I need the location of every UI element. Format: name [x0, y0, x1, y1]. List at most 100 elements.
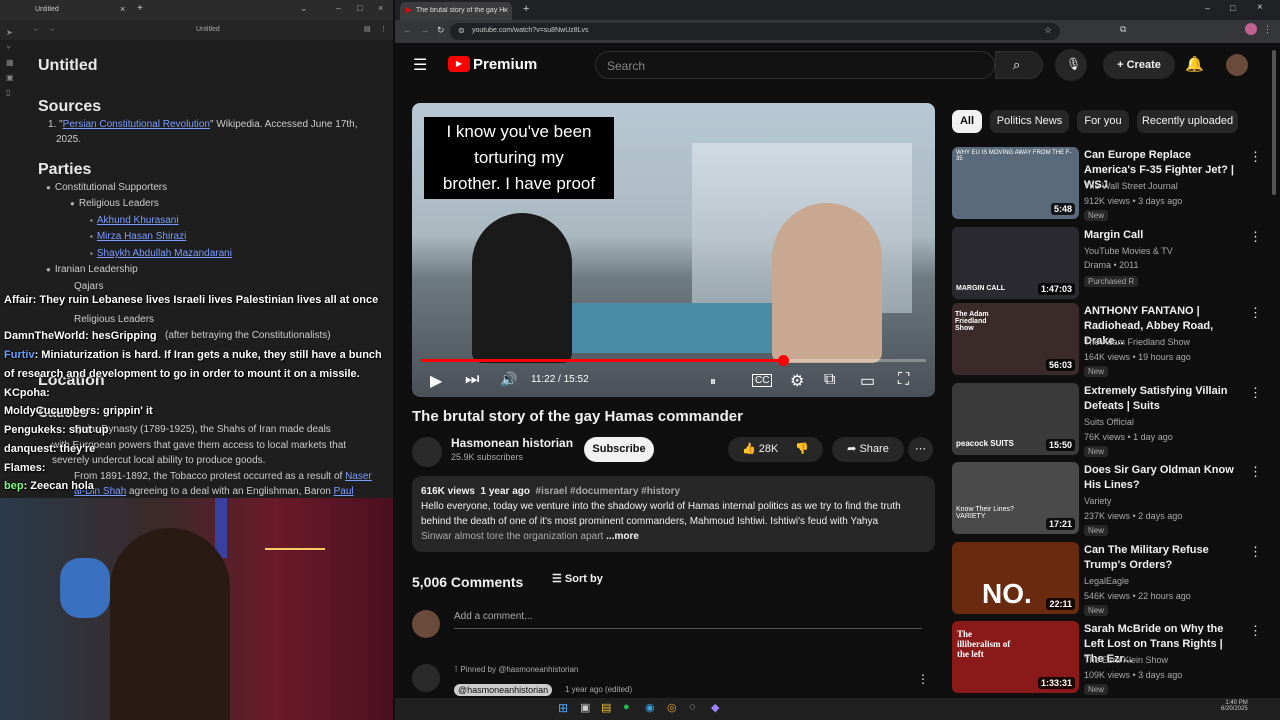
- leader-link[interactable]: Akhund Khurasani: [97, 215, 179, 226]
- clock[interactable]: 1:40 PM 6/20/2025: [1221, 700, 1248, 712]
- recommended-video[interactable]: WHY EU IS MOVING AWAY FROM THE F-35 5:48 …: [952, 147, 1272, 225]
- progress-scrubber[interactable]: [777, 355, 789, 366]
- voice-search-button[interactable]: 🎙: [1055, 49, 1087, 81]
- like-button[interactable]: 👍 28K: [742, 443, 778, 455]
- more-options-icon[interactable]: ⋮: [1249, 305, 1262, 321]
- forward-icon[interactable]: →: [420, 25, 429, 35]
- browser-tab[interactable]: ▶ The brutal story of the gay Ham... ×: [400, 2, 512, 20]
- reload-icon[interactable]: ↻: [437, 25, 445, 36]
- thumbs-down-icon[interactable]: 👎: [795, 443, 809, 455]
- bell-icon[interactable]: 🔔: [1185, 55, 1204, 73]
- leader-link[interactable]: Mirza Hasan Shirazi: [97, 231, 186, 242]
- git-icon[interactable]: ⑂: [6, 43, 20, 52]
- leader-link[interactable]: Shaykh Abdullah Mazandarani: [97, 248, 232, 259]
- forward-icon[interactable]: →: [48, 26, 55, 33]
- channel-name[interactable]: Hasmonean historian: [451, 436, 573, 450]
- description-box[interactable]: 616K views 1 year ago #israel #documenta…: [412, 476, 935, 552]
- video-thumbnail[interactable]: NO. 22:11: [952, 542, 1079, 614]
- channel-avatar[interactable]: [412, 437, 442, 467]
- recommended-video[interactable]: Know Their Lines? VARIETY 17:21 Does Sir …: [952, 462, 1272, 540]
- more-actions-icon[interactable]: ⋯: [908, 437, 933, 462]
- close-tab-icon[interactable]: ×: [120, 4, 125, 14]
- recommended-video[interactable]: NO. 22:11 Can The Military Refuse Trump's…: [952, 542, 1272, 620]
- hashtags[interactable]: #israel #documentary #history: [536, 486, 681, 497]
- more-options-icon[interactable]: ⋮: [1249, 149, 1262, 165]
- show-more-link[interactable]: ...more: [606, 531, 639, 542]
- hamburger-icon[interactable]: ☰: [413, 55, 427, 75]
- site-info-icon[interactable]: ⊜: [458, 26, 465, 35]
- file-icon[interactable]: ▯: [6, 88, 20, 97]
- progress-bar[interactable]: [421, 355, 926, 366]
- search-input[interactable]: Search: [595, 51, 995, 79]
- video-player[interactable]: I know you've been torturing my brother.…: [412, 103, 935, 397]
- recommended-video[interactable]: MARGIN CALL 1:47:03 Margin Call YouTube M…: [952, 227, 1272, 305]
- next-icon[interactable]: ⏭: [465, 371, 479, 389]
- video-title[interactable]: Can The Military Refuse Trump's Orders?: [1084, 543, 1244, 573]
- video-thumbnail[interactable]: MARGIN CALL 1:47:03: [952, 227, 1079, 299]
- profile-avatar[interactable]: [1245, 23, 1257, 35]
- sort-by-button[interactable]: ☰ Sort by: [552, 572, 603, 585]
- edge-icon[interactable]: ◉: [645, 701, 655, 714]
- more-options-icon[interactable]: ⋮: [1249, 623, 1262, 639]
- close-tab-icon[interactable]: ×: [503, 5, 508, 15]
- chip-for-you[interactable]: For you: [1077, 110, 1129, 133]
- file-explorer-icon[interactable]: ▤: [601, 701, 611, 714]
- grid-icon[interactable]: ▦: [6, 58, 20, 67]
- channel-name[interactable]: The Ezra Klein Show: [1084, 655, 1168, 665]
- new-tab-icon[interactable]: +: [137, 3, 143, 14]
- search-button[interactable]: ⌕: [995, 51, 1043, 79]
- theater-mode-icon[interactable]: ▭: [860, 371, 875, 391]
- spotify-icon[interactable]: ●: [623, 701, 630, 713]
- fullscreen-icon[interactable]: ⛶: [898, 371, 909, 389]
- video-thumbnail[interactable]: The illiberalism of the left 1:33:31: [952, 621, 1079, 693]
- back-icon[interactable]: ←: [33, 26, 40, 33]
- add-comment-input[interactable]: Add a comment...: [454, 611, 532, 622]
- new-tab-icon[interactable]: +: [523, 3, 529, 15]
- send-icon[interactable]: ➤: [6, 28, 20, 37]
- subscribe-button[interactable]: Subscribe: [584, 437, 654, 462]
- channel-name[interactable]: Suits Official: [1084, 417, 1134, 427]
- more-options-icon[interactable]: ⋮: [1249, 385, 1262, 401]
- maximize-icon[interactable]: □: [357, 3, 362, 13]
- video-title[interactable]: Margin Call: [1084, 228, 1244, 243]
- video-thumbnail[interactable]: peacock SUITS 15:50: [952, 383, 1079, 455]
- more-options-icon[interactable]: ⋮: [1249, 544, 1262, 560]
- extensions-icon[interactable]: ⧉: [1120, 24, 1126, 35]
- captions-icon[interactable]: CC: [752, 374, 773, 387]
- recommended-video[interactable]: The Adam Friedland Show 56:03 ANTHONY FAN…: [952, 303, 1272, 381]
- url-input[interactable]: ⊜ youtube.com/watch?v=su8NwUz8Lvs ☆: [450, 23, 1060, 40]
- more-icon[interactable]: ⋮: [380, 25, 387, 33]
- channel-name[interactable]: YouTube Movies & TV: [1084, 246, 1173, 256]
- notes-tab-title[interactable]: Untitled: [35, 6, 59, 13]
- youtube-logo-icon[interactable]: ▶: [448, 56, 470, 72]
- more-options-icon[interactable]: ⋮: [1249, 229, 1262, 245]
- play-icon[interactable]: ▶: [430, 371, 442, 391]
- task-view-icon[interactable]: ▣: [580, 701, 590, 714]
- video-thumbnail[interactable]: WHY EU IS MOVING AWAY FROM THE F-35 5:48: [952, 147, 1079, 219]
- chip-recently-uploaded[interactable]: Recently uploaded: [1137, 110, 1238, 133]
- chevron-down-icon[interactable]: ⌄: [300, 3, 308, 14]
- volume-icon[interactable]: 🔊: [500, 371, 517, 388]
- channel-name[interactable]: The Wall Street Journal: [1084, 181, 1178, 191]
- settings-gear-icon[interactable]: ⚙: [790, 371, 804, 391]
- page-scrollbar[interactable]: [1272, 50, 1276, 195]
- minimize-icon[interactable]: –: [336, 3, 341, 13]
- back-icon[interactable]: ←: [403, 25, 412, 35]
- video-thumbnail[interactable]: Know Their Lines? VARIETY 17:21: [952, 462, 1079, 534]
- close-window-icon[interactable]: ×: [1257, 2, 1263, 13]
- comment-menu-icon[interactable]: ⋮: [917, 672, 929, 686]
- menu-icon[interactable]: ⋮: [1263, 24, 1272, 35]
- calendar-icon[interactable]: ▣: [6, 73, 20, 82]
- chip-politics-news[interactable]: Politics News: [990, 110, 1069, 133]
- bookmark-star-icon[interactable]: ☆: [1044, 25, 1052, 36]
- video-thumbnail[interactable]: The Adam Friedland Show 56:03: [952, 303, 1079, 375]
- autoplay-toggle-icon[interactable]: ⏸: [710, 374, 716, 389]
- chip-all[interactable]: All: [952, 110, 982, 133]
- youtube-logo-text[interactable]: Premium: [473, 56, 537, 73]
- obs-icon[interactable]: ◌: [689, 701, 696, 713]
- minimize-icon[interactable]: –: [1205, 3, 1210, 13]
- channel-name[interactable]: Variety: [1084, 496, 1111, 506]
- chrome-icon[interactable]: ◎: [667, 701, 677, 714]
- maximize-icon[interactable]: □: [1230, 3, 1235, 13]
- doc-title[interactable]: Untitled: [38, 57, 98, 75]
